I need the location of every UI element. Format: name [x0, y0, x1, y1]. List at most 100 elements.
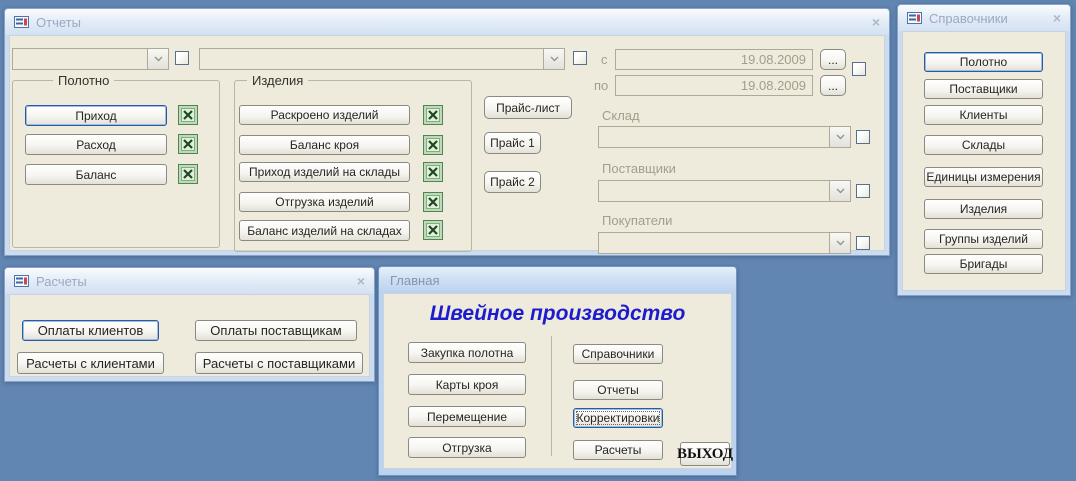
report-combo-right[interactable]: [199, 48, 565, 70]
client-payments-button[interactable]: Оплаты клиентов: [22, 320, 159, 341]
excel-icon: [423, 192, 443, 212]
excel-export-button[interactable]: [422, 104, 444, 126]
date-from-label: с: [601, 52, 608, 67]
client-settlements-button[interactable]: Расчеты с клиентами: [17, 352, 164, 374]
open-reports-button[interactable]: Отчеты: [573, 380, 663, 400]
excel-export-button[interactable]: [422, 161, 444, 183]
ref-warehouses-button[interactable]: Склады: [924, 135, 1043, 155]
date-to-label: по: [594, 78, 609, 93]
report-combo-right-checkbox[interactable]: [573, 51, 587, 65]
products-balance-warehouses-button[interactable]: Баланс изделий на складах: [239, 220, 410, 241]
excel-icon: [178, 134, 198, 154]
date-to-picker-button[interactable]: ...: [820, 75, 846, 96]
calculations-window-title: Расчеты: [36, 273, 87, 289]
adjustments-button[interactable]: Корректировки: [573, 408, 663, 428]
excel-icon: [178, 105, 198, 125]
buyers-filter-combo[interactable]: [598, 232, 851, 254]
excel-export-button[interactable]: [422, 219, 444, 241]
report-combo-left-checkbox[interactable]: [175, 51, 189, 65]
desktop: Отчеты × Полотно Приход Расход Баланс Из…: [0, 0, 1076, 481]
cut-maps-button[interactable]: Карты кроя: [408, 374, 526, 395]
suppliers-filter-checkbox[interactable]: [856, 184, 870, 198]
reports-window-title: Отчеты: [36, 14, 81, 30]
excel-icon: [423, 220, 443, 240]
period-checkbox[interactable]: [852, 62, 866, 76]
fabric-income-button[interactable]: Приход: [25, 105, 167, 126]
warehouse-filter-label: Склад: [602, 108, 640, 123]
products-cut-button[interactable]: Раскроено изделий: [239, 105, 410, 125]
window-reports: Отчеты × Полотно Приход Расход Баланс Из…: [4, 8, 890, 256]
cut-balance-button[interactable]: Баланс кроя: [239, 135, 410, 155]
warehouse-filter-checkbox[interactable]: [856, 130, 870, 144]
buyers-filter-checkbox[interactable]: [856, 236, 870, 250]
reports-client: Полотно Приход Расход Баланс Изделия Рас…: [9, 35, 885, 254]
chevron-down-icon[interactable]: [829, 233, 850, 253]
excel-icon: [423, 135, 443, 155]
window-calculations: Расчеты × Оплаты клиентов Оплаты поставщ…: [4, 267, 375, 382]
price-1-button[interactable]: Прайс 1: [484, 132, 541, 154]
products-shipment-button[interactable]: Отгрузка изделий: [239, 192, 410, 212]
transfer-button[interactable]: Перемещение: [408, 406, 526, 427]
supplier-settlements-button[interactable]: Расчеты с поставщиками: [195, 352, 363, 374]
ref-fabric-button[interactable]: Полотно: [924, 52, 1043, 72]
fabric-expense-button[interactable]: Расход: [25, 134, 167, 155]
window-main: Главная Швейное производство Закупка пол…: [378, 266, 737, 476]
supplier-payments-button[interactable]: Оплаты поставщикам: [195, 320, 357, 341]
chevron-down-icon[interactable]: [147, 49, 168, 69]
excel-export-button[interactable]: [177, 133, 199, 155]
suppliers-filter-combo[interactable]: [598, 180, 851, 202]
price-2-button[interactable]: Прайс 2: [484, 171, 541, 193]
excel-export-button[interactable]: [422, 191, 444, 213]
ref-product-groups-button[interactable]: Группы изделий: [924, 229, 1043, 249]
excel-export-button[interactable]: [422, 134, 444, 156]
price-list-button[interactable]: Прайс-лист: [484, 96, 572, 119]
open-references-button[interactable]: Справочники: [573, 344, 663, 364]
open-calculations-button[interactable]: Расчеты: [573, 440, 663, 460]
ref-units-button[interactable]: Единицы измерения: [924, 167, 1043, 187]
reports-titlebar[interactable]: Отчеты ×: [5, 9, 889, 35]
products-income-warehouses-button[interactable]: Приход изделий на склады: [239, 162, 410, 182]
form-icon: [14, 16, 29, 28]
fabric-purchase-button[interactable]: Закупка полотна: [408, 342, 526, 363]
excel-export-button[interactable]: [177, 163, 199, 185]
excel-export-button[interactable]: [177, 104, 199, 126]
excel-icon: [423, 162, 443, 182]
references-titlebar[interactable]: Справочники ×: [898, 5, 1070, 31]
date-to-field[interactable]: 19.08.2009: [615, 75, 813, 96]
calculations-titlebar[interactable]: Расчеты ×: [5, 268, 374, 294]
form-icon: [907, 12, 922, 24]
close-icon[interactable]: ×: [872, 15, 880, 29]
close-icon[interactable]: ×: [357, 274, 365, 288]
form-icon: [14, 275, 29, 287]
divider: [551, 336, 552, 456]
excel-icon: [178, 164, 198, 184]
buyers-filter-label: Покупатели: [602, 213, 673, 228]
chevron-down-icon[interactable]: [543, 49, 564, 69]
shipment-button[interactable]: Отгрузка: [408, 437, 526, 458]
fabric-group-label: Полотно: [53, 73, 115, 88]
ref-suppliers-button[interactable]: Поставщики: [924, 79, 1043, 99]
window-references: Справочники × Полотно Поставщики Клиенты…: [897, 4, 1071, 296]
products-group-label: Изделия: [247, 73, 309, 88]
suppliers-filter-label: Поставщики: [602, 161, 676, 176]
main-window-title: Главная: [390, 272, 440, 288]
date-from-picker-button[interactable]: ...: [820, 49, 846, 70]
excel-icon: [423, 105, 443, 125]
chevron-down-icon[interactable]: [829, 127, 850, 147]
report-combo-left[interactable]: [12, 48, 169, 70]
calculations-client: Оплаты клиентов Оплаты поставщикам Расче…: [9, 294, 370, 377]
close-icon[interactable]: ×: [1053, 11, 1061, 25]
fabric-balance-button[interactable]: Баланс: [25, 164, 167, 185]
date-from-field[interactable]: 19.08.2009: [615, 49, 813, 70]
warehouse-filter-combo[interactable]: [598, 126, 851, 148]
main-titlebar[interactable]: Главная: [379, 267, 736, 293]
exit-button[interactable]: ВЫХОД: [677, 442, 733, 466]
chevron-down-icon[interactable]: [829, 181, 850, 201]
ref-clients-button[interactable]: Клиенты: [924, 105, 1043, 125]
ref-brigades-button[interactable]: Бригады: [924, 254, 1043, 274]
references-client: Полотно Поставщики Клиенты Склады Единиц…: [902, 31, 1066, 291]
main-client: Швейное производство Закупка полотна Кар…: [383, 293, 733, 469]
references-window-title: Справочники: [929, 10, 1008, 26]
app-heading: Швейное производство: [429, 302, 686, 325]
ref-products-button[interactable]: Изделия: [924, 199, 1043, 219]
